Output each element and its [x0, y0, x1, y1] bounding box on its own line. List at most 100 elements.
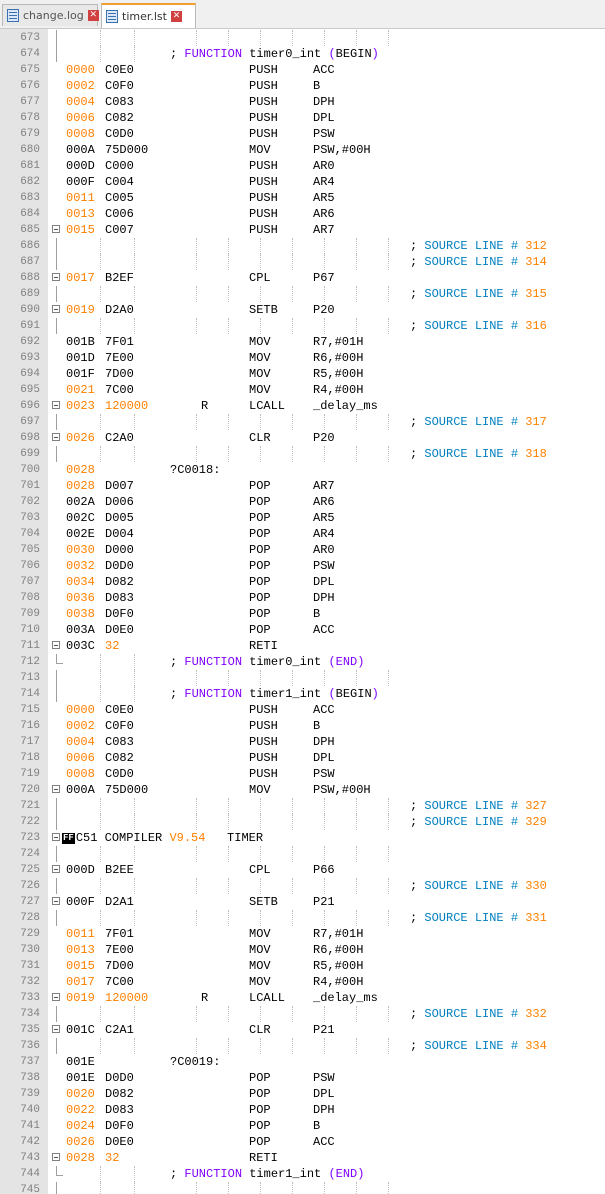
code-line[interactable]: 686; SOURCE LINE # 312	[0, 238, 605, 254]
code-line[interactable]: 688 0017 B2EF CPL P67	[0, 270, 605, 286]
compiler-header: FF C51 COMPILER V9.54 TIMER	[62, 830, 263, 846]
code-line[interactable]: 693 001D 7E00 MOV R6,#00H	[0, 350, 605, 366]
source-line-comment: ; SOURCE LINE # 315	[410, 286, 547, 302]
code-line[interactable]: 720 000A 75D000 MOV PSW,#00H	[0, 782, 605, 798]
code-line[interactable]: 726; SOURCE LINE # 330	[0, 878, 605, 894]
code-line[interactable]: 707 0034 D082 POP DPL	[0, 574, 605, 590]
code-line[interactable]: 674; FUNCTION timer0_int (BEGIN)	[0, 46, 605, 62]
code-line[interactable]: 739 0020 D082 POP DPL	[0, 1086, 605, 1102]
code-line[interactable]: 705 0030 D000 POP AR0	[0, 542, 605, 558]
code-line[interactable]: 699; SOURCE LINE # 318	[0, 446, 605, 462]
code-line[interactable]: 743 0028 32 RETI	[0, 1150, 605, 1166]
code-line[interactable]: 683 0011 C005 PUSH AR5	[0, 190, 605, 206]
code-line[interactable]: 732 0017 7C00 MOV R4,#00H	[0, 974, 605, 990]
code-line[interactable]: 731 0015 7D00 MOV R5,#00H	[0, 958, 605, 974]
fold-collapse-icon[interactable]	[52, 865, 60, 873]
code-line[interactable]: 711 003C 32 RETI	[0, 638, 605, 654]
code-line[interactable]: 709 0038 D0F0 POP B	[0, 606, 605, 622]
code-line[interactable]: 687; SOURCE LINE # 314	[0, 254, 605, 270]
code-line[interactable]: 706 0032 D0D0 POP PSW	[0, 558, 605, 574]
code-line[interactable]: 725 000D B2EE CPL P66	[0, 862, 605, 878]
code-line[interactable]: 737 001E ?C0019:	[0, 1054, 605, 1070]
code-line[interactable]: 715 0000 C0E0 PUSH ACC	[0, 702, 605, 718]
address: 002A	[66, 495, 95, 509]
code-line[interactable]: 744; FUNCTION timer1_int (END)	[0, 1166, 605, 1182]
code-line[interactable]: 689; SOURCE LINE # 315	[0, 286, 605, 302]
code-line[interactable]: 710 003A D0E0 POP ACC	[0, 622, 605, 638]
code-line[interactable]: 740 0022 D083 POP DPH	[0, 1102, 605, 1118]
code-line[interactable]: 724	[0, 846, 605, 862]
line-number: 710	[20, 624, 40, 636]
code-line[interactable]: 678 0006 C082 PUSH DPL	[0, 110, 605, 126]
tab-change-log[interactable]: change.log ✕	[2, 4, 99, 26]
code-line[interactable]: 684 0013 C006 PUSH AR6	[0, 206, 605, 222]
fold-collapse-icon[interactable]	[52, 305, 60, 313]
fold-collapse-icon[interactable]	[52, 1025, 60, 1033]
code-line[interactable]: 712; FUNCTION timer0_int (END)	[0, 654, 605, 670]
code-line[interactable]: 681 000D C000 PUSH AR0	[0, 158, 605, 174]
code-line[interactable]: 734; SOURCE LINE # 332	[0, 1006, 605, 1022]
code-line[interactable]: 673	[0, 30, 605, 46]
close-icon[interactable]: ✕	[170, 11, 182, 22]
code-line[interactable]: 723 FF C51 COMPILER V9.54 TIMER	[0, 830, 605, 846]
code-line[interactable]: 742 0026 D0E0 POP ACC	[0, 1134, 605, 1150]
close-icon[interactable]: ✕	[87, 10, 99, 21]
code-line[interactable]: 682 000F C004 PUSH AR4	[0, 174, 605, 190]
code-line[interactable]: 738 001E D0D0 POP PSW	[0, 1070, 605, 1086]
fold-collapse-icon[interactable]	[52, 897, 60, 905]
code-line[interactable]: 697; SOURCE LINE # 317	[0, 414, 605, 430]
code-line[interactable]: 741 0024 D0F0 POP B	[0, 1118, 605, 1134]
code-line[interactable]: 677 0004 C083 PUSH DPH	[0, 94, 605, 110]
fold-collapse-icon[interactable]	[52, 785, 60, 793]
code-line[interactable]: 679 0008 C0D0 PUSH PSW	[0, 126, 605, 142]
code-line[interactable]: 718 0006 C082 PUSH DPL	[0, 750, 605, 766]
mnemonic: POP	[249, 575, 271, 589]
fold-collapse-icon[interactable]	[52, 993, 60, 1001]
code-line[interactable]: 704 002E D004 POP AR4	[0, 526, 605, 542]
code-line[interactable]: 680 000A 75D000 MOV PSW,#00H	[0, 142, 605, 158]
code-line[interactable]: 701 0028 D007 POP AR7	[0, 478, 605, 494]
code-line[interactable]: 695 0021 7C00 MOV R4,#00H	[0, 382, 605, 398]
code-line[interactable]: 717 0004 C083 PUSH DPH	[0, 734, 605, 750]
code-line[interactable]: 736; SOURCE LINE # 334	[0, 1038, 605, 1054]
opcode-bytes: D0D0	[105, 1071, 134, 1085]
code-line[interactable]: 728; SOURCE LINE # 331	[0, 910, 605, 926]
code-line[interactable]: 696 0023 120000 R LCALL _delay_ms	[0, 398, 605, 414]
fold-collapse-icon[interactable]	[52, 641, 60, 649]
code-line[interactable]: 700 0028 ?C0018:	[0, 462, 605, 478]
code-line[interactable]: 714; FUNCTION timer1_int (BEGIN)	[0, 686, 605, 702]
code-line[interactable]: 733 0019 120000 R LCALL _delay_ms	[0, 990, 605, 1006]
code-line[interactable]: 729 0011 7F01 MOV R7,#01H	[0, 926, 605, 942]
code-line[interactable]: 675 0000 C0E0 PUSH ACC	[0, 62, 605, 78]
code-line[interactable]: 722; SOURCE LINE # 329	[0, 814, 605, 830]
code-line[interactable]: 702 002A D006 POP AR6	[0, 494, 605, 510]
code-line[interactable]: 685 0015 C007 PUSH AR7	[0, 222, 605, 238]
mnemonic: CLR	[249, 1023, 271, 1037]
code-line[interactable]: 694 001F 7D00 MOV R5,#00H	[0, 366, 605, 382]
fold-collapse-icon[interactable]	[52, 1153, 60, 1161]
code-line[interactable]: 703 002C D005 POP AR5	[0, 510, 605, 526]
code-line[interactable]: 730 0013 7E00 MOV R6,#00H	[0, 942, 605, 958]
code-line[interactable]: 676 0002 C0F0 PUSH B	[0, 78, 605, 94]
code-line[interactable]: 735 001C C2A1 CLR P21	[0, 1022, 605, 1038]
code-line[interactable]: 719 0008 C0D0 PUSH PSW	[0, 766, 605, 782]
code-line[interactable]: 727 000F D2A1 SETB P21	[0, 894, 605, 910]
fold-collapse-icon[interactable]	[52, 273, 60, 281]
fold-collapse-icon[interactable]	[52, 225, 60, 233]
fold-collapse-icon[interactable]	[52, 833, 60, 841]
code-line[interactable]: 698 0026 C2A0 CLR P20	[0, 430, 605, 446]
operand: R4,#00H	[313, 975, 364, 989]
source-line-comment: ; SOURCE LINE # 331	[410, 910, 547, 926]
code-line[interactable]: 691; SOURCE LINE # 316	[0, 318, 605, 334]
code-line[interactable]: 692 001B 7F01 MOV R7,#01H	[0, 334, 605, 350]
fold-collapse-icon[interactable]	[52, 401, 60, 409]
code-line[interactable]: 708 0036 D083 POP DPH	[0, 590, 605, 606]
code-line[interactable]: 745	[0, 1182, 605, 1194]
code-line[interactable]: 690 0019 D2A0 SETB P20	[0, 302, 605, 318]
code-editor[interactable]: 673 674; FUNCTION timer0_int (BEGIN) 675 00…	[0, 29, 605, 1194]
code-line[interactable]: 721; SOURCE LINE # 327	[0, 798, 605, 814]
code-line[interactable]: 716 0002 C0F0 PUSH B	[0, 718, 605, 734]
tab-timer-lst[interactable]: timer.lst ✕	[101, 3, 196, 28]
fold-collapse-icon[interactable]	[52, 433, 60, 441]
code-line[interactable]: 713	[0, 670, 605, 686]
